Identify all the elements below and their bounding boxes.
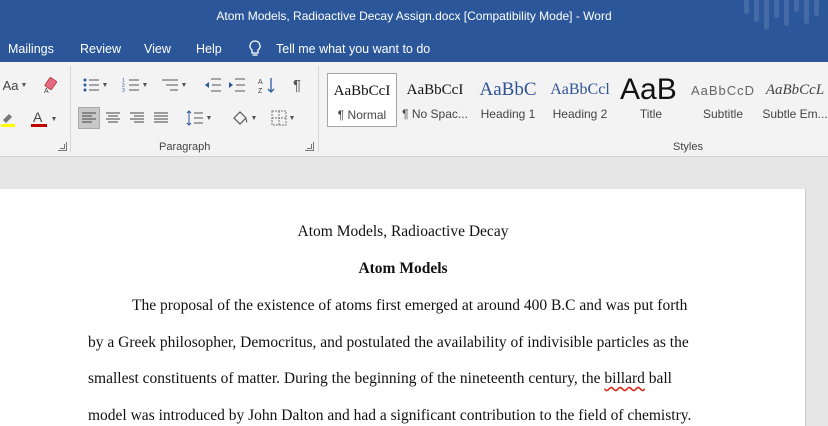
- multilevel-list-icon: [161, 79, 178, 91]
- style-name: Title: [639, 107, 663, 121]
- style-heading-2[interactable]: AaBbCcl Heading 2: [545, 73, 615, 127]
- shading-button[interactable]: ▼: [228, 107, 260, 129]
- styles-group-label: Styles: [673, 141, 703, 153]
- font-color-bar: [30, 124, 47, 127]
- line-spacing-icon: [186, 110, 203, 126]
- paragraph-dialog-launcher[interactable]: [305, 142, 314, 151]
- style-subtitle[interactable]: AaBbCcD Subtitle: [688, 73, 758, 127]
- style-sample: AaBbCcD: [690, 82, 756, 98]
- align-center-icon: [106, 112, 120, 123]
- increase-indent-icon: [229, 78, 245, 92]
- separator: [318, 66, 319, 152]
- line-spacing-button[interactable]: ▼: [182, 107, 216, 129]
- window-title: Atom Models, Radioactive Decay Assign.do…: [216, 9, 612, 23]
- style-sample: AaBbCcl: [550, 81, 610, 98]
- style-heading-1[interactable]: AaBbC Heading 1: [473, 73, 543, 127]
- decrease-indent-button[interactable]: [202, 74, 224, 96]
- align-right-button[interactable]: [126, 107, 148, 129]
- style-normal[interactable]: AaBbCcI ¶ Normal: [327, 73, 397, 127]
- font-color-icon: A: [30, 109, 47, 127]
- align-left-button[interactable]: [78, 107, 100, 129]
- numbering-button[interactable]: 1 2 3 ▼: [118, 74, 152, 96]
- style-subtle-emphasis[interactable]: AaBbCcL Subtle Em...: [760, 73, 828, 127]
- multilevel-list-button[interactable]: ▼: [158, 74, 190, 96]
- misspelled-word[interactable]: billard: [604, 370, 644, 387]
- title-bar-pattern: [738, 0, 828, 36]
- font-partial-label: Aa: [2, 77, 19, 93]
- svg-text:Z: Z: [258, 88, 263, 94]
- title-bar: Atom Models, Radioactive Decay Assign.do…: [0, 0, 828, 36]
- document-title: Atom Models, Radioactive Decay: [297, 223, 509, 240]
- decrease-indent-icon: [205, 78, 221, 92]
- bullet-list-icon: [83, 78, 99, 92]
- style-title[interactable]: AaB Title: [616, 73, 686, 127]
- paragraph-line: by a Greek philosopher, Democritus, and …: [88, 334, 689, 351]
- tell-me-search[interactable]: Tell me what you want to do: [276, 42, 430, 56]
- borders-icon: [271, 110, 287, 126]
- numbered-list-icon: 123: [122, 78, 139, 93]
- paragraph-line: smallest constituents of matter. During …: [88, 370, 672, 388]
- paint-bucket-icon: [232, 111, 247, 125]
- align-center-button[interactable]: [102, 107, 124, 129]
- svg-text:A: A: [33, 109, 43, 125]
- separator: [70, 66, 71, 152]
- style-sample: AaBbCcI: [406, 81, 464, 98]
- style-no-spacing[interactable]: AaBbCcI ¶ No Spac...: [400, 73, 470, 127]
- text-run: ball: [644, 370, 672, 387]
- change-case-button[interactable]: Aa ▼: [0, 74, 30, 96]
- paragraph-group-label: Paragraph: [159, 141, 211, 153]
- sort-button[interactable]: AZ: [256, 74, 278, 96]
- font-color-button[interactable]: A ▼: [24, 108, 62, 130]
- style-name: Heading 2: [552, 107, 608, 121]
- style-sample: AaB: [620, 73, 677, 106]
- svg-text:A: A: [44, 88, 49, 94]
- eraser-icon: A: [44, 77, 57, 94]
- document-page[interactable]: Atom Models, Radioactive Decay Atom Mode…: [0, 189, 806, 426]
- vertical-scrollbar[interactable]: [806, 189, 828, 426]
- tab-help[interactable]: Help: [196, 42, 222, 56]
- font-dialog-launcher[interactable]: [58, 142, 67, 151]
- justify-button[interactable]: [150, 107, 172, 129]
- borders-button[interactable]: ▼: [266, 107, 300, 129]
- highlighter-icon: [1, 114, 15, 127]
- tab-view[interactable]: View: [144, 42, 171, 56]
- style-sample: AaBbC: [479, 79, 537, 100]
- style-name: ¶ Normal: [337, 108, 387, 122]
- justify-icon: [154, 112, 168, 123]
- style-name: Subtle Em...: [762, 107, 828, 121]
- style-name: ¶ No Spac...: [402, 107, 468, 121]
- tab-review[interactable]: Review: [80, 42, 121, 56]
- svg-text:A: A: [258, 79, 263, 86]
- text-run: smallest constituents of matter. During …: [88, 370, 605, 387]
- increase-indent-button[interactable]: [226, 74, 248, 96]
- ribbon-tabs: Mailings Review View Help Tell me what y…: [0, 36, 828, 62]
- style-sample: AaBbCcI: [333, 82, 391, 99]
- lightbulb-icon: [246, 39, 264, 59]
- paragraph-line: model was introduced by John Dalton and …: [88, 407, 692, 424]
- style-sample: AaBbCcL: [765, 81, 825, 98]
- align-right-icon: [130, 112, 144, 123]
- sort-icon: AZ: [258, 78, 275, 94]
- document-heading: Atom Models: [358, 260, 448, 277]
- show-formatting-marks-icon[interactable]: ¶: [286, 74, 308, 96]
- clear-formatting-button[interactable]: A: [40, 74, 62, 96]
- style-name: Heading 1: [480, 107, 536, 121]
- paragraph-line: The proposal of the existence of atoms f…: [132, 297, 688, 314]
- bullets-button[interactable]: ▼: [78, 74, 112, 96]
- ribbon: Aa ▼ A A ▼ ▼ 1 2 3 ▼ ▼ AZ ¶ ▼ ▼ ▼ Paragr…: [0, 62, 828, 157]
- highlight-color-bar: [1, 124, 15, 127]
- style-name: Subtitle: [702, 107, 744, 121]
- align-left-icon: [82, 112, 96, 123]
- svg-text:3: 3: [122, 88, 125, 93]
- highlight-color-button[interactable]: [0, 108, 18, 130]
- tab-mailings[interactable]: Mailings: [8, 42, 54, 56]
